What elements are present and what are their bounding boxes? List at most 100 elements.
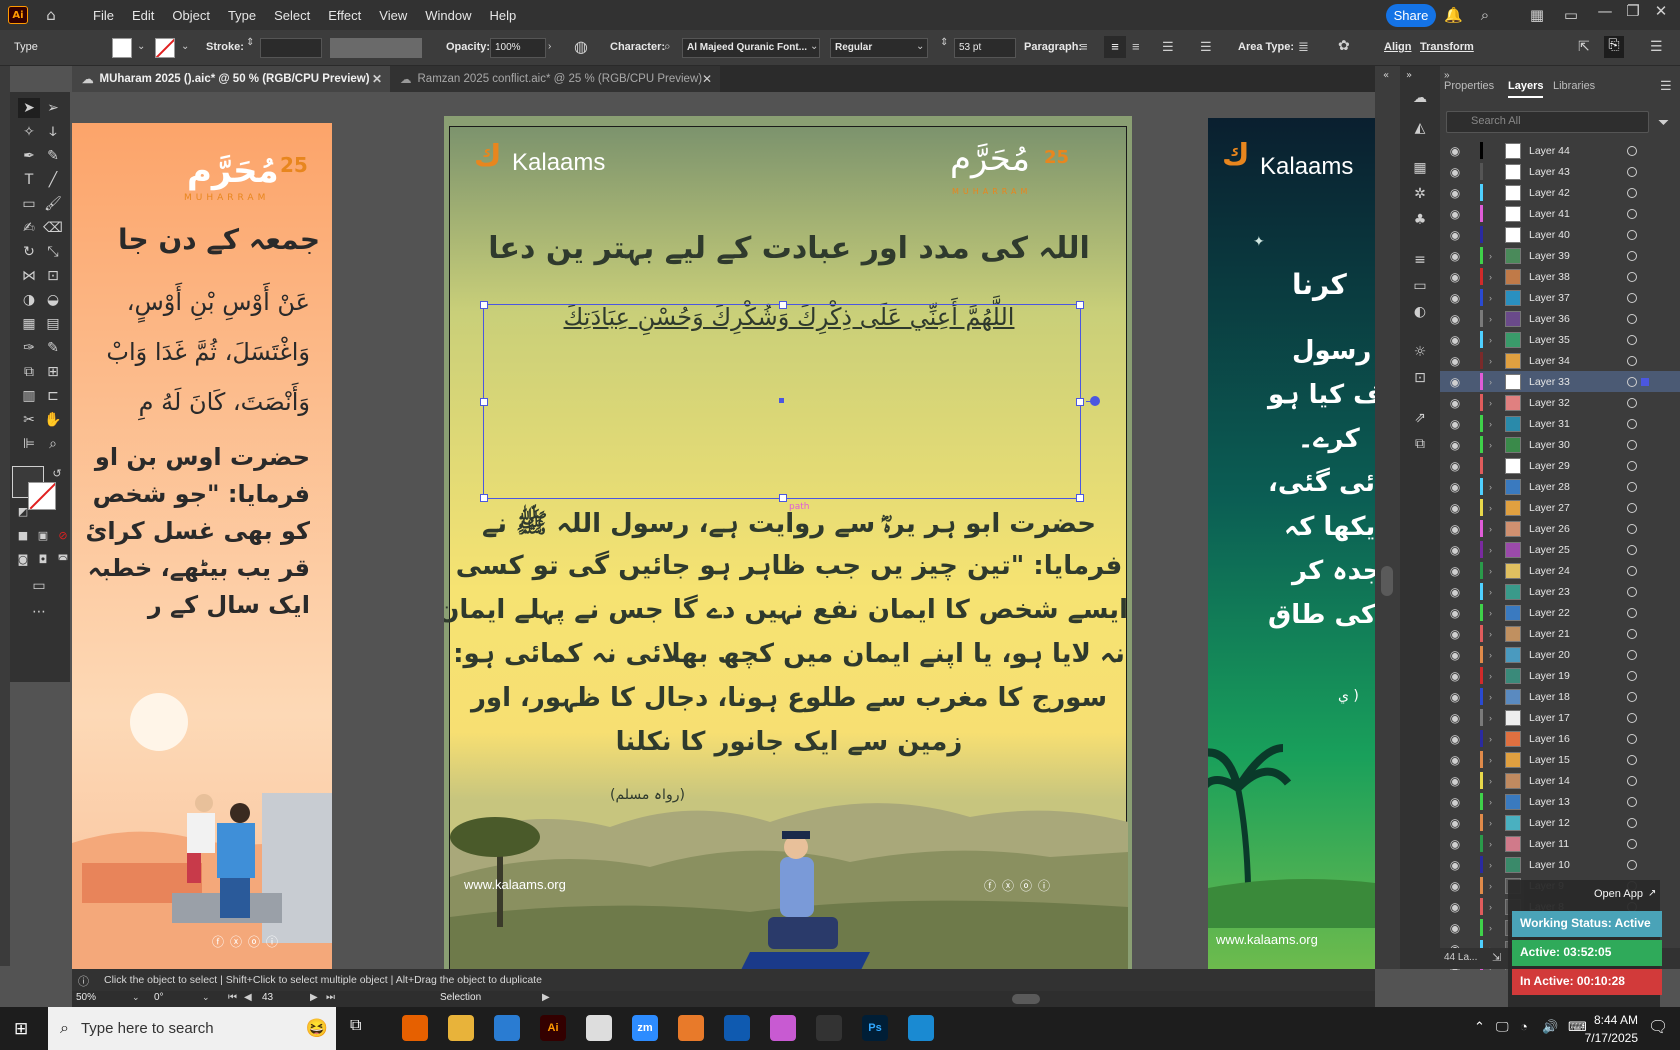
resize-handle-s[interactable] bbox=[779, 494, 787, 502]
selection-indicator[interactable] bbox=[1641, 377, 1649, 386]
external-link-icon[interactable]: ↗ bbox=[1648, 888, 1656, 899]
layer-row[interactable]: ◉ › Layer 12 bbox=[1440, 812, 1680, 833]
layer-name[interactable]: Layer 44 bbox=[1529, 145, 1619, 157]
align-left-icon[interactable]: ≡ bbox=[1080, 39, 1088, 54]
target-circle-icon[interactable] bbox=[1627, 607, 1637, 618]
taskbar-search-input[interactable]: Type here to search bbox=[81, 1020, 214, 1037]
width-tool-icon[interactable]: ⋈ bbox=[18, 266, 40, 286]
visibility-eye-icon[interactable]: ◉ bbox=[1444, 417, 1466, 431]
visibility-eye-icon[interactable]: ◉ bbox=[1444, 459, 1466, 473]
layer-name[interactable]: Layer 10 bbox=[1529, 859, 1619, 871]
artboard-number[interactable]: 43 bbox=[262, 992, 302, 1006]
layer-name[interactable]: Layer 28 bbox=[1529, 481, 1619, 493]
layer-row[interactable]: ◉ › Layer 33 bbox=[1440, 371, 1680, 392]
target-circle-icon[interactable] bbox=[1627, 208, 1637, 219]
restore-icon[interactable]: ❐ bbox=[1624, 2, 1642, 20]
visibility-eye-icon[interactable]: ◉ bbox=[1444, 543, 1466, 557]
visibility-eye-icon[interactable]: ◉ bbox=[1444, 291, 1466, 305]
measure-tool-icon[interactable]: ✎ bbox=[42, 338, 64, 358]
target-circle-icon[interactable] bbox=[1627, 670, 1637, 681]
direct-selection-tool-icon[interactable]: ➢ bbox=[42, 98, 64, 118]
target-circle-icon[interactable] bbox=[1627, 796, 1637, 807]
chevron-right-icon[interactable]: › bbox=[1489, 377, 1501, 387]
layer-row[interactable]: ◉ › Layer 27 bbox=[1440, 497, 1680, 518]
layer-row[interactable]: ◉ › Layer 13 bbox=[1440, 791, 1680, 812]
taskbar-search[interactable]: ⌕ Type here to search 😆 bbox=[48, 1007, 336, 1050]
draw-inside-icon[interactable]: ◚ bbox=[52, 550, 74, 570]
visibility-eye-icon[interactable]: ◉ bbox=[1444, 669, 1466, 683]
layer-row[interactable]: ◉ › Layer 21 bbox=[1440, 623, 1680, 644]
taskbar-app-icon[interactable]: Ps bbox=[862, 1015, 888, 1041]
layer-row[interactable]: ◉ › Layer 23 bbox=[1440, 581, 1680, 602]
layer-row[interactable]: ◉ Layer 41 bbox=[1440, 203, 1680, 224]
layer-name[interactable]: Layer 20 bbox=[1529, 649, 1619, 661]
resize-handle-w[interactable] bbox=[480, 398, 488, 406]
gradient-icon[interactable]: ▭ bbox=[1410, 278, 1430, 298]
visibility-eye-icon[interactable]: ◉ bbox=[1444, 186, 1466, 200]
stroke-weight-input[interactable] bbox=[260, 38, 322, 58]
color-mode-icon[interactable]: ■ bbox=[12, 526, 34, 546]
chevron-right-icon[interactable]: › bbox=[1489, 671, 1501, 681]
font-family-select[interactable]: Al Majeed Quranic Font... bbox=[682, 38, 820, 58]
chevron-right-icon[interactable]: › bbox=[1489, 314, 1501, 324]
close-tab-icon[interactable]: ✕ bbox=[372, 72, 382, 86]
zoom-select[interactable]: 50% bbox=[76, 992, 136, 1006]
target-circle-icon[interactable] bbox=[1627, 334, 1637, 345]
target-circle-icon[interactable] bbox=[1627, 523, 1637, 534]
artboards-icon[interactable]: ⧉ bbox=[1410, 436, 1430, 456]
target-circle-icon[interactable] bbox=[1627, 250, 1637, 261]
visibility-eye-icon[interactable]: ◉ bbox=[1444, 228, 1466, 242]
target-circle-icon[interactable] bbox=[1627, 313, 1637, 324]
status-menu-icon[interactable]: ▶ bbox=[542, 992, 550, 1003]
clock-date[interactable]: 7/17/2025 bbox=[1570, 1031, 1638, 1045]
chevron-down-icon[interactable]: ⌄ bbox=[132, 992, 140, 1003]
shaper-tool-icon[interactable]: ✍ bbox=[18, 218, 40, 238]
chevron-right-icon[interactable]: › bbox=[1489, 251, 1501, 261]
target-circle-icon[interactable] bbox=[1627, 355, 1637, 366]
visibility-eye-icon[interactable]: ◉ bbox=[1444, 312, 1466, 326]
tab-muharam-2025[interactable]: ☁ MUharam 2025 ().aic* @ 50 % (RGB/CPU P… bbox=[72, 66, 390, 92]
wifi-icon[interactable]: ◔ bbox=[1520, 1019, 1528, 1034]
menu-object[interactable]: Object bbox=[163, 8, 219, 23]
scale-tool-icon[interactable]: ⤡ bbox=[42, 242, 64, 262]
export-for-screens-icon[interactable]: ⇲ bbox=[1492, 951, 1501, 964]
chevron-right-icon[interactable]: › bbox=[1489, 797, 1501, 807]
graphic-styles-icon[interactable]: ⊡ bbox=[1410, 370, 1430, 390]
layer-row[interactable]: ◉ › Layer 25 bbox=[1440, 539, 1680, 560]
menu-select[interactable]: Select bbox=[265, 8, 319, 23]
layer-name[interactable]: Layer 35 bbox=[1529, 334, 1619, 346]
close-tab-icon[interactable]: ✕ bbox=[702, 72, 712, 86]
visibility-eye-icon[interactable]: ◉ bbox=[1444, 900, 1466, 914]
swap-colors-icon[interactable]: ↺ bbox=[46, 464, 68, 484]
target-circle-icon[interactable] bbox=[1627, 460, 1637, 471]
target-circle-icon[interactable] bbox=[1627, 649, 1637, 660]
clock-time[interactable]: 8:44 AM bbox=[1570, 1013, 1638, 1027]
transparency-icon[interactable]: ◐ bbox=[1410, 304, 1430, 324]
artboard-left[interactable]: مُحَرَّم 25 MUHARRAM جمعہ کے دن جا عَنْ … bbox=[72, 123, 332, 969]
target-circle-icon[interactable] bbox=[1627, 733, 1637, 744]
rotate-tool-icon[interactable]: ↻ bbox=[18, 242, 40, 262]
prev-artboard-icon[interactable]: ◀ bbox=[244, 992, 252, 1003]
target-circle-icon[interactable] bbox=[1627, 502, 1637, 513]
target-circle-icon[interactable] bbox=[1627, 397, 1637, 408]
chevron-down-icon[interactable]: ⌄ bbox=[916, 41, 924, 52]
taskbar-app-icon[interactable] bbox=[402, 1015, 428, 1041]
taskbar-app-icon[interactable] bbox=[908, 1015, 934, 1041]
target-circle-icon[interactable] bbox=[1627, 229, 1637, 240]
minimize-icon[interactable]: — bbox=[1596, 2, 1614, 20]
chevron-right-icon[interactable]: › bbox=[1489, 398, 1501, 408]
visibility-eye-icon[interactable]: ◉ bbox=[1444, 165, 1466, 179]
symbols-icon[interactable]: ♣ bbox=[1410, 212, 1430, 232]
layer-name[interactable]: Layer 16 bbox=[1529, 733, 1619, 745]
visibility-eye-icon[interactable]: ◉ bbox=[1444, 858, 1466, 872]
layer-row[interactable]: ◉ Layer 42 bbox=[1440, 182, 1680, 203]
chevron-right-icon[interactable]: › bbox=[1489, 608, 1501, 618]
layer-row[interactable]: ◉ › Layer 39 bbox=[1440, 245, 1680, 266]
windows-start-icon[interactable]: ⊞ bbox=[14, 1019, 34, 1039]
layer-name[interactable]: Layer 32 bbox=[1529, 397, 1619, 409]
rectangle-tool-icon[interactable]: ▭ bbox=[18, 194, 40, 214]
bell-icon[interactable]: 🔔 bbox=[1444, 6, 1463, 24]
expand-icon[interactable]: » bbox=[1406, 70, 1412, 81]
layer-name[interactable]: Layer 41 bbox=[1529, 208, 1619, 220]
visibility-eye-icon[interactable]: ◉ bbox=[1444, 879, 1466, 893]
